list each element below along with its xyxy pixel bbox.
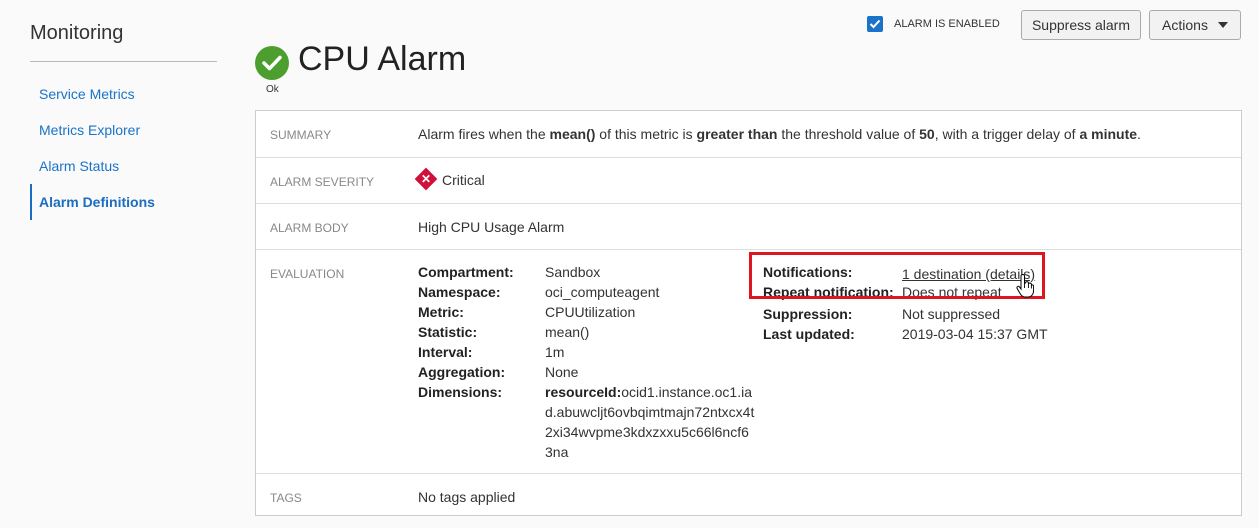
suppress-alarm-button[interactable]: Suppress alarm	[1021, 10, 1141, 40]
aggregation-key: Aggregation:	[418, 364, 506, 380]
summary-row: SUMMARY Alarm fires when the mean() of t…	[256, 111, 1241, 158]
sidebar-item-metrics-explorer[interactable]: Metrics Explorer	[30, 112, 217, 148]
evaluation-left-list: Compartment: Sandbox Namespace: oci_comp…	[418, 262, 754, 472]
metric-value: CPUUtilization	[545, 304, 636, 320]
dimensions-value: resourceId:ocid1.instance.oc1.iad.abuwcl…	[545, 382, 755, 462]
aggregation-value: None	[545, 364, 579, 380]
compartment-value: Sandbox	[545, 264, 601, 280]
tags-label: TAGS	[270, 491, 302, 505]
suppress-alarm-label: Suppress alarm	[1031, 17, 1131, 33]
namespace-key: Namespace:	[418, 284, 501, 300]
page-title: CPU Alarm	[298, 40, 467, 78]
dimensions-key: Dimensions:	[418, 384, 503, 400]
tags-text: No tags applied	[418, 489, 516, 505]
annotation-highlight-box	[749, 252, 1045, 299]
actions-dropdown-button[interactable]: Actions	[1149, 10, 1241, 40]
body-text: High CPU Usage Alarm	[418, 219, 565, 235]
compartment-key: Compartment:	[418, 264, 514, 280]
alarm-enabled-toggle[interactable]: ALARM IS ENABLED	[867, 16, 1000, 32]
status-label: Ok	[266, 84, 279, 95]
body-row: ALARM BODY High CPU Usage Alarm	[256, 204, 1241, 250]
hand-pointer-icon	[1016, 273, 1035, 301]
body-label: ALARM BODY	[270, 221, 349, 235]
sidebar-item-service-metrics[interactable]: Service Metrics	[30, 76, 217, 112]
summary-text: Alarm fires when the mean() of this metr…	[418, 126, 1141, 142]
severity-text: Critical	[442, 172, 485, 188]
severity-row: ALARM SEVERITY ✕ Critical	[256, 158, 1241, 204]
actions-label: Actions	[1162, 17, 1208, 33]
severity-label: ALARM SEVERITY	[270, 175, 375, 189]
last-updated-key: Last updated:	[763, 326, 855, 342]
alarm-enabled-checkbox[interactable]	[867, 16, 883, 32]
tags-row: TAGS No tags applied	[256, 474, 1241, 515]
sidebar-item-alarm-status[interactable]: Alarm Status	[30, 148, 217, 184]
statistic-key: Statistic:	[418, 324, 478, 340]
alarm-enabled-label: ALARM IS ENABLED	[894, 18, 1000, 30]
interval-value: 1m	[545, 344, 565, 360]
sidebar-item-alarm-definitions[interactable]: Alarm Definitions	[30, 184, 217, 220]
critical-icon: ✕	[414, 167, 438, 191]
ok-status-icon	[255, 46, 289, 80]
dimension-name: resourceId:	[545, 384, 622, 400]
alarm-details-panel: SUMMARY Alarm fires when the mean() of t…	[255, 110, 1242, 516]
sidebar-title: Monitoring	[30, 22, 217, 62]
suppression-key: Suppression:	[763, 306, 853, 322]
severity-value: ✕ Critical	[414, 167, 485, 191]
caret-down-icon	[1217, 22, 1228, 28]
statistic-value: mean()	[545, 324, 590, 340]
metric-key: Metric:	[418, 304, 464, 320]
summary-label: SUMMARY	[270, 128, 332, 142]
last-updated-value: 2019-03-04 15:37 GMT	[902, 326, 1048, 342]
suppression-value: Not suppressed	[902, 306, 1001, 322]
interval-key: Interval:	[418, 344, 473, 360]
namespace-value: oci_computeagent	[545, 284, 660, 300]
evaluation-label: EVALUATION	[270, 267, 345, 281]
sidebar: Monitoring Service Metrics Metrics Explo…	[30, 22, 217, 220]
